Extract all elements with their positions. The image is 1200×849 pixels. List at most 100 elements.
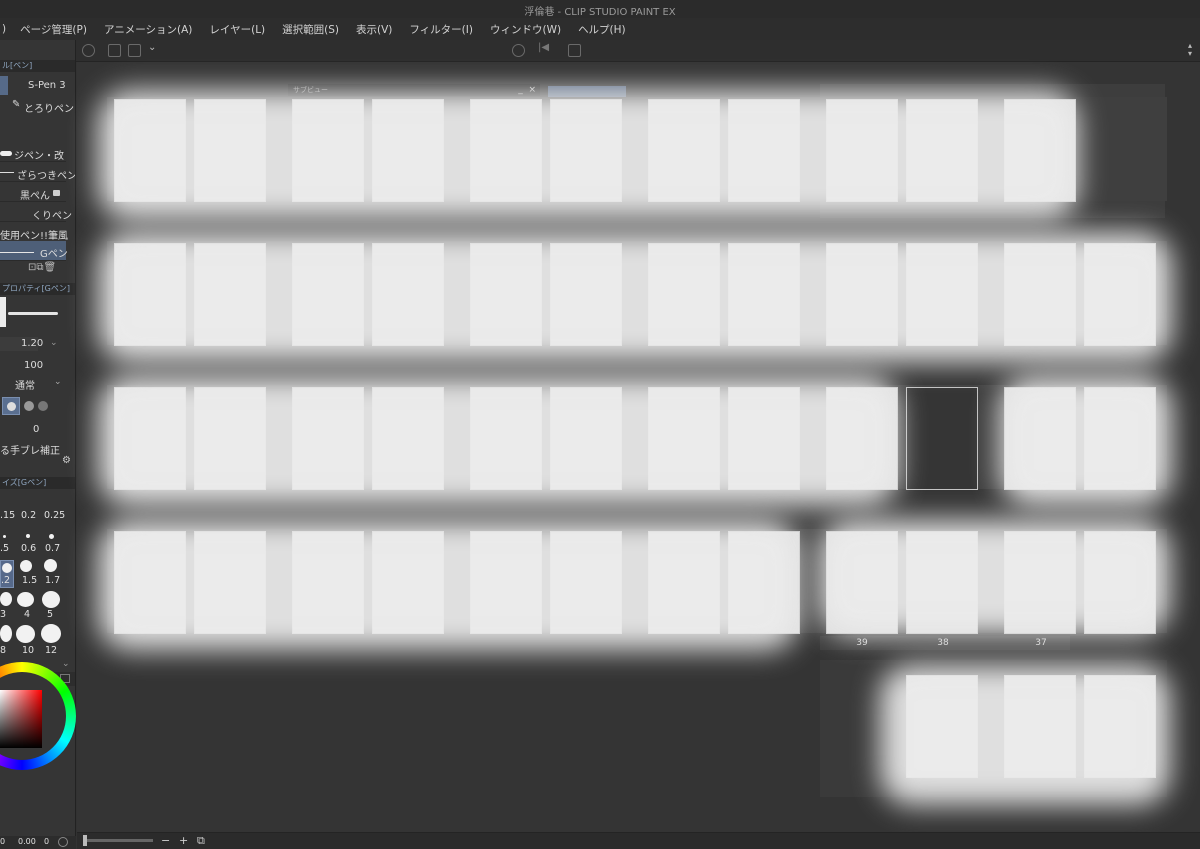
menu-item-page-management[interactable]: ページ管理(P) bbox=[20, 22, 87, 37]
brush-item[interactable]: ざらつきペン bbox=[0, 163, 75, 182]
size-option-selected[interactable]: .2 bbox=[0, 560, 14, 588]
menu-item-filter[interactable]: フィルター(I) bbox=[409, 22, 473, 37]
brush-stroke-preview bbox=[8, 312, 58, 315]
value-value: 0 bbox=[44, 837, 50, 846]
size-dot[interactable] bbox=[3, 535, 6, 538]
menu-bar: ) ページ管理(P) アニメーション(A) レイヤー(L) 選択範囲(S) 表示… bbox=[0, 18, 1200, 40]
size-dot[interactable] bbox=[42, 591, 60, 608]
size-label: 12 bbox=[45, 645, 58, 656]
size-dot[interactable] bbox=[26, 534, 30, 538]
brush-preview bbox=[0, 297, 6, 327]
tool-tab-selected[interactable] bbox=[0, 76, 8, 95]
menu-item-layer[interactable]: レイヤー(L) bbox=[209, 22, 265, 37]
skip-back-icon[interactable]: |◀ bbox=[538, 42, 551, 55]
help-icon[interactable] bbox=[58, 837, 68, 847]
page-number: 38 bbox=[937, 638, 949, 648]
stabilization-label: る手ブレ補正 bbox=[0, 446, 60, 457]
page-thumbnail-dark[interactable] bbox=[906, 387, 978, 490]
device-icon[interactable] bbox=[568, 44, 581, 57]
brush-label: Gペン bbox=[40, 249, 68, 260]
menu-item-selection[interactable]: 選択範囲(S) bbox=[282, 22, 339, 37]
brush-item-selected[interactable]: Gペン bbox=[0, 241, 68, 261]
new-icon[interactable] bbox=[108, 44, 121, 57]
brush-list-actions[interactable]: ⊡⧉🗑 bbox=[28, 262, 56, 273]
redaction-blur bbox=[98, 376, 898, 506]
chevron-down-icon[interactable]: ⌄ bbox=[54, 377, 62, 387]
scroll-arrows-icon[interactable]: ▴ ▾ bbox=[1188, 42, 1192, 58]
brush-stroke-icon bbox=[0, 172, 14, 173]
zoom-in-button[interactable]: + bbox=[179, 834, 188, 847]
brush-label: くりペン bbox=[32, 211, 72, 222]
zoom-out-button[interactable]: − bbox=[161, 834, 170, 847]
redaction-blur bbox=[880, 665, 1170, 805]
size-label: 0.6 bbox=[21, 543, 37, 554]
size-label: 10 bbox=[22, 645, 35, 656]
brush-label: 黒ぺん bbox=[20, 191, 50, 202]
soft-tip-icon[interactable] bbox=[24, 401, 34, 411]
size-dot[interactable] bbox=[17, 592, 34, 607]
size-label: 3 bbox=[0, 609, 7, 620]
redaction-blur bbox=[820, 520, 1170, 635]
round-tip-icon bbox=[7, 402, 16, 411]
redaction-blur bbox=[98, 232, 1172, 362]
size-label: 1.7 bbox=[45, 575, 61, 586]
redaction-blur bbox=[1000, 376, 1172, 506]
size-label: .5 bbox=[0, 543, 10, 554]
menu-item-view[interactable]: 表示(V) bbox=[356, 22, 392, 37]
size-dot[interactable] bbox=[0, 625, 12, 642]
size-dot[interactable] bbox=[41, 624, 61, 643]
color-values: 0 0.00 0 bbox=[0, 836, 76, 849]
menu-item-window[interactable]: ウィンドウ(W) bbox=[490, 22, 561, 37]
subtool-label[interactable]: とろりペン bbox=[24, 100, 74, 115]
open-icon[interactable] bbox=[128, 44, 141, 57]
page-number: 39 bbox=[856, 638, 868, 648]
size-label: 0.25 bbox=[44, 510, 66, 521]
size-label: 4 bbox=[24, 609, 31, 620]
size-label: 0.2 bbox=[21, 510, 37, 521]
size-label: .15 bbox=[0, 510, 16, 521]
size-dot[interactable] bbox=[0, 592, 12, 606]
size-label: 5 bbox=[47, 609, 54, 620]
brush-label: 使用ペン!!筆風 bbox=[0, 231, 69, 242]
opacity-value[interactable]: 100 bbox=[24, 360, 43, 371]
status-bar: − + ⧉ bbox=[77, 832, 1200, 849]
chevron-down-icon[interactable]: ⌄ bbox=[148, 42, 161, 55]
saturation-value: 0.00 bbox=[18, 837, 36, 846]
brush-label: ざらつきペン bbox=[17, 171, 76, 182]
menu-item-help[interactable]: ヘルプ(H) bbox=[578, 22, 626, 37]
help-icon[interactable] bbox=[512, 44, 525, 57]
brush-tip-selected[interactable] bbox=[2, 397, 20, 415]
tool-panel-header: ル[ペン] bbox=[0, 60, 75, 72]
size-dot[interactable] bbox=[20, 560, 32, 572]
zoom-slider[interactable] bbox=[83, 835, 153, 846]
size-stepper[interactable]: ⌄ bbox=[50, 338, 58, 348]
size-label: 0.7 bbox=[45, 543, 61, 554]
lock-icon bbox=[53, 190, 60, 196]
brush-item[interactable]: 使用ペン!!筆風 bbox=[0, 223, 69, 242]
brush-stroke-icon bbox=[0, 252, 34, 253]
size-dot[interactable] bbox=[44, 559, 57, 572]
fit-view-button[interactable]: ⧉ bbox=[197, 834, 205, 848]
brush-item[interactable]: 黒ぺん bbox=[0, 183, 66, 202]
soft-tip-icon[interactable] bbox=[38, 401, 48, 411]
redaction-blur bbox=[98, 90, 1078, 220]
blend-mode-select[interactable]: 通常 bbox=[15, 377, 35, 392]
brush-item[interactable]: ジペン・改 bbox=[0, 143, 66, 162]
brush-item[interactable]: くりペン bbox=[0, 203, 72, 222]
clip-studio-icon[interactable] bbox=[82, 44, 95, 57]
size-dot[interactable] bbox=[16, 625, 35, 643]
size-dot[interactable] bbox=[49, 534, 54, 539]
color-saturation-square[interactable] bbox=[0, 690, 42, 748]
wrench-icon[interactable]: ⚙ bbox=[62, 455, 71, 466]
redaction-blur bbox=[98, 520, 798, 650]
stabilization-value[interactable]: 0 bbox=[33, 424, 39, 435]
brush-label: ジペン・改 bbox=[14, 151, 64, 162]
menu-item-animation[interactable]: アニメーション(A) bbox=[104, 22, 192, 37]
brush-size-value[interactable]: 1.20 bbox=[21, 338, 43, 349]
pen-icon: ✎ bbox=[12, 99, 21, 110]
menu-item-fragment[interactable]: ) bbox=[2, 23, 6, 35]
scroll-down-icon[interactable]: ⌄ bbox=[62, 659, 70, 669]
command-bar: ⌄ |◀ ▴ ▾ bbox=[76, 40, 1200, 62]
window-title: 浮倫巷 - CLIP STUDIO PAINT EX bbox=[524, 7, 676, 18]
page-number: 37 bbox=[1035, 638, 1047, 648]
